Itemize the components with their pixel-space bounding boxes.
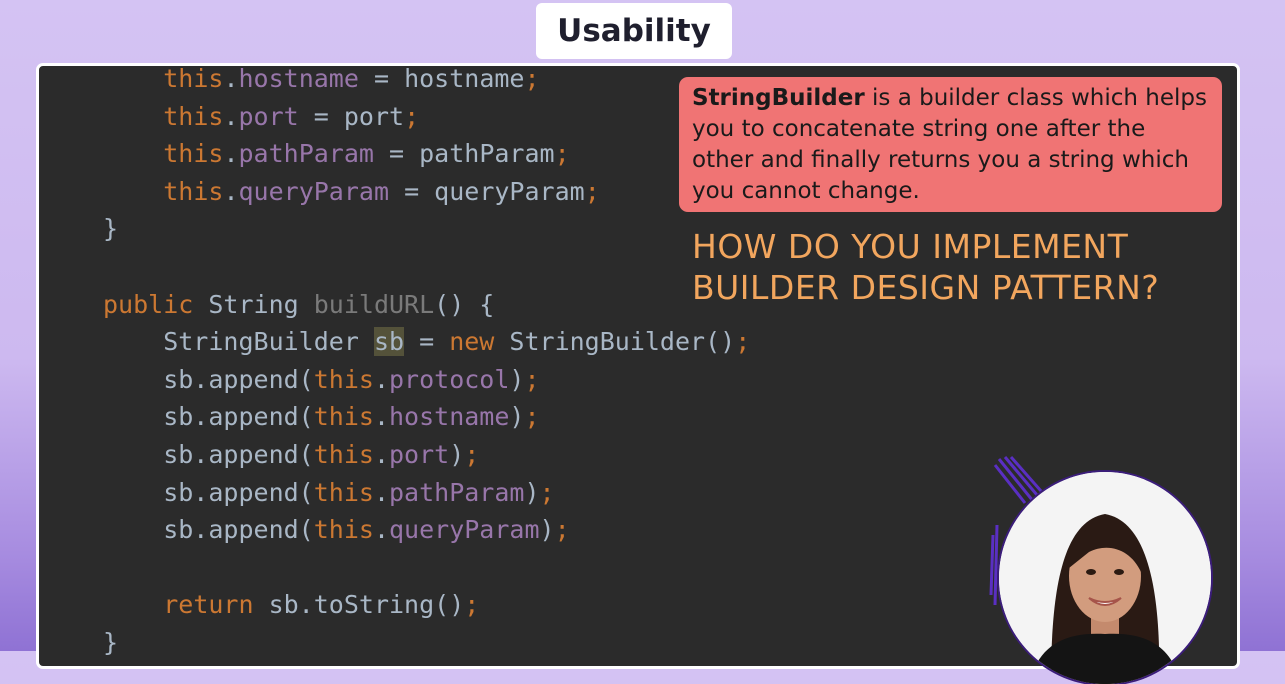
code-token: this bbox=[313, 364, 374, 394]
question-headline: HOW DO YOU IMPLEMENT BUILDER DESIGN PATT… bbox=[692, 227, 1160, 307]
code-token: sb.append( bbox=[103, 402, 314, 432]
code-token: ; bbox=[524, 402, 540, 432]
code-token: sb.toString() bbox=[253, 590, 465, 620]
code-line: sb.append(this.port); bbox=[103, 439, 479, 471]
code-token: StringBuilder() bbox=[494, 327, 736, 357]
code-token: = port bbox=[298, 101, 405, 131]
code-line: this.port = port; bbox=[103, 101, 419, 133]
presenter-webcam bbox=[985, 455, 1225, 684]
code-line: sb.append(this.protocol); bbox=[103, 364, 540, 396]
page-title: Usability bbox=[536, 3, 732, 59]
code-token: . bbox=[223, 139, 239, 169]
code-token: hostname bbox=[238, 64, 359, 93]
code-token: public bbox=[103, 289, 194, 319]
code-token: = queryParam bbox=[389, 176, 585, 206]
code-token: ; bbox=[404, 101, 420, 131]
code-token: ) bbox=[539, 515, 555, 545]
code-line: return sb.toString(); bbox=[103, 589, 479, 621]
code-line: sb.append(this.hostname); bbox=[103, 401, 540, 433]
code-token: . bbox=[223, 64, 239, 93]
code-token: port bbox=[389, 440, 450, 469]
code-token: protocol bbox=[389, 364, 510, 394]
code-token: new bbox=[449, 327, 495, 357]
code-token: . bbox=[373, 477, 389, 507]
code-token: ; bbox=[539, 477, 555, 507]
code-token: = hostname bbox=[358, 64, 525, 93]
code-token: ; bbox=[524, 64, 540, 93]
presenter-avatar bbox=[999, 472, 1211, 684]
code-token: hostname bbox=[389, 402, 510, 432]
code-token: this bbox=[163, 101, 224, 131]
code-line: this.hostname = hostname; bbox=[103, 64, 540, 95]
code-token: String bbox=[193, 289, 314, 319]
code-token: = bbox=[404, 327, 450, 357]
code-token: buildURL bbox=[313, 289, 435, 319]
code-line: sb.append(this.queryParam); bbox=[103, 514, 570, 546]
presenter-photo-icon bbox=[999, 472, 1211, 684]
code-line: StringBuilder sb = new StringBuilder(); bbox=[103, 326, 750, 358]
code-token: ) bbox=[509, 402, 525, 432]
code-token: ; bbox=[554, 139, 570, 169]
code-token: . bbox=[373, 515, 389, 545]
code-token: sb bbox=[373, 327, 405, 357]
code-token: this bbox=[163, 176, 224, 206]
code-token: ; bbox=[554, 515, 570, 545]
code-token: } bbox=[103, 214, 119, 244]
code-token: . bbox=[373, 440, 389, 469]
code-token: ) bbox=[524, 477, 540, 507]
code-token: ; bbox=[464, 590, 480, 620]
code-line: } bbox=[103, 627, 118, 659]
code-token: this bbox=[313, 477, 374, 507]
code-token: queryParam bbox=[238, 176, 390, 206]
code-token: this bbox=[313, 515, 374, 545]
code-token: ; bbox=[735, 327, 751, 357]
code-line: } bbox=[103, 213, 118, 245]
stringbuilder-callout: StringBuilder is a builder class which h… bbox=[679, 77, 1222, 212]
code-line: this.pathParam = pathParam; bbox=[103, 138, 570, 170]
code-token: ; bbox=[584, 176, 600, 206]
code-token: . bbox=[223, 176, 239, 206]
code-token: this bbox=[163, 64, 224, 93]
code-token: this bbox=[163, 139, 224, 169]
code-token: ) bbox=[509, 364, 525, 394]
code-token: ) bbox=[449, 440, 465, 469]
code-line: sb.append(this.pathParam); bbox=[103, 477, 555, 509]
code-line: public String buildURL() { bbox=[103, 289, 494, 321]
code-token: . bbox=[373, 364, 389, 394]
code-token: = pathParam bbox=[373, 139, 555, 169]
code-token: queryParam bbox=[389, 515, 540, 545]
code-token: StringBuilder bbox=[103, 327, 374, 357]
code-token: pathParam bbox=[238, 139, 374, 169]
code-token: this bbox=[313, 402, 374, 432]
code-token: port bbox=[238, 101, 299, 131]
code-token: sb.append( bbox=[103, 477, 314, 507]
code-token: ; bbox=[464, 440, 480, 469]
code-token: return bbox=[163, 590, 254, 620]
code-token: ; bbox=[524, 364, 540, 394]
code-token: sb.append( bbox=[103, 440, 314, 469]
code-token: sb.append( bbox=[103, 515, 314, 545]
code-token: pathParam bbox=[389, 477, 525, 507]
code-line: this.queryParam = queryParam; bbox=[103, 176, 600, 208]
code-token: this bbox=[313, 440, 374, 469]
code-token: sb.append( bbox=[103, 364, 314, 394]
callout-term: StringBuilder bbox=[692, 85, 865, 111]
code-token: } bbox=[103, 628, 119, 657]
code-token: . bbox=[373, 402, 389, 432]
code-token: () { bbox=[434, 289, 495, 319]
code-token: . bbox=[223, 101, 239, 131]
